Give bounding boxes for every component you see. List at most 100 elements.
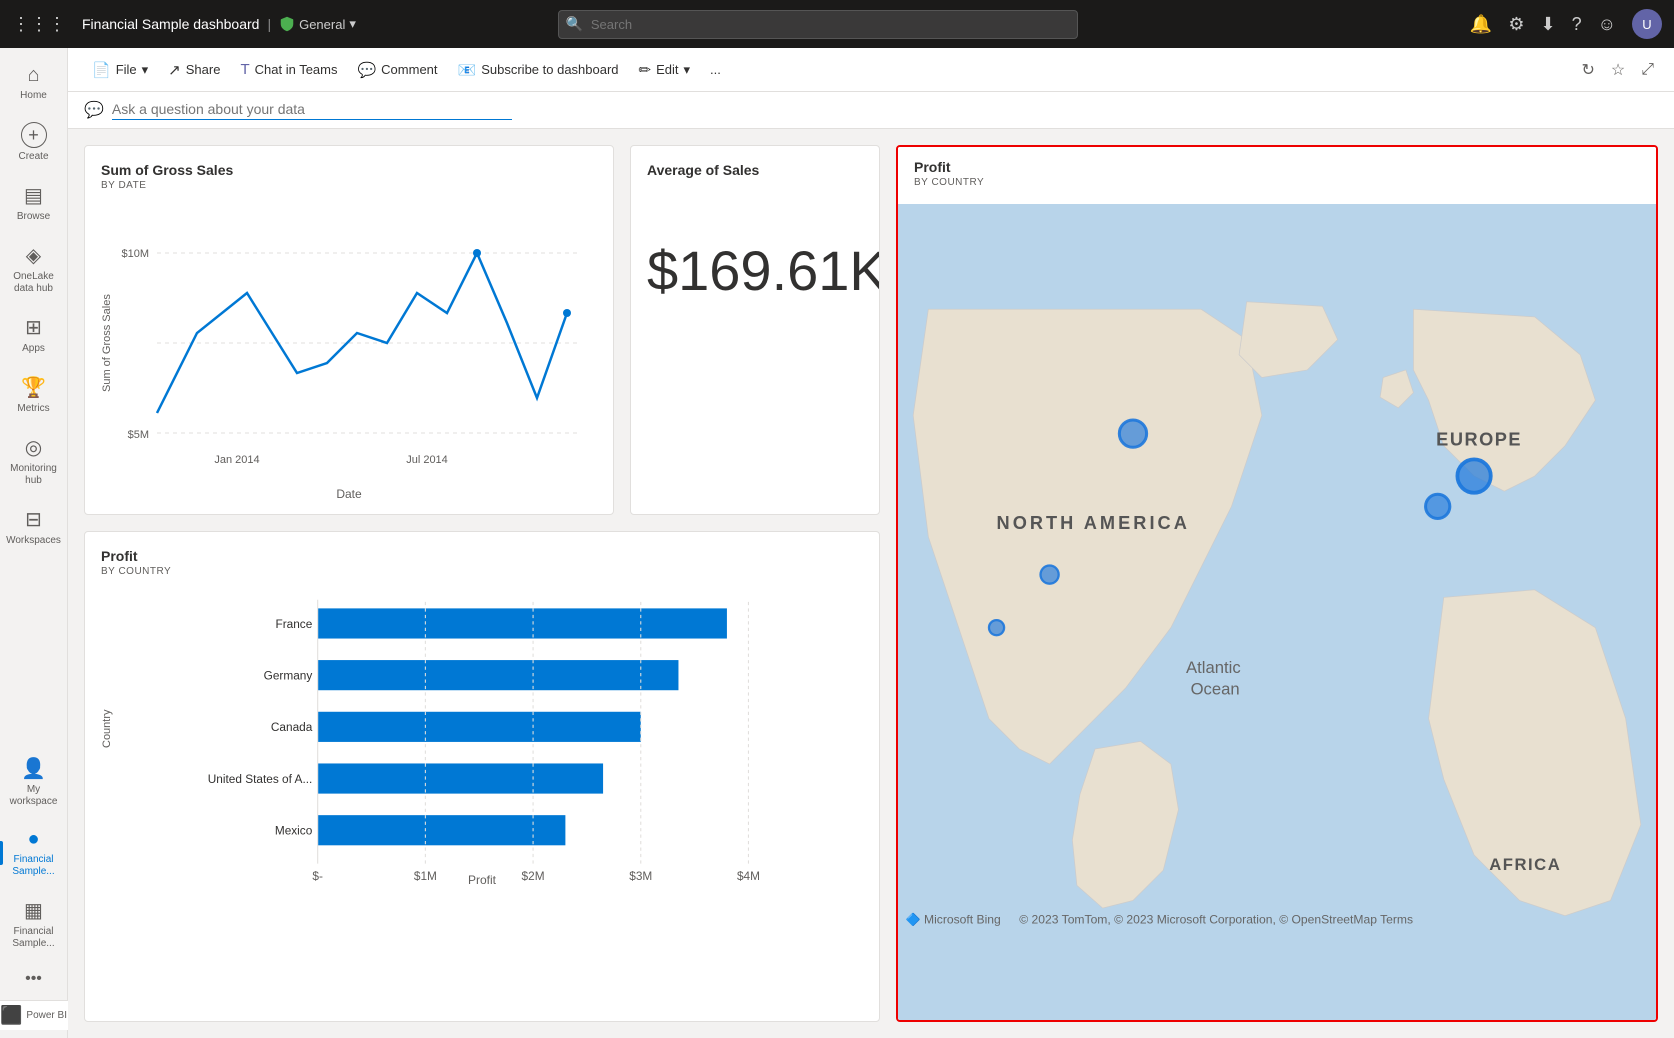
dashboard: Sum of Gross Sales BY DATE Sum of Gross … bbox=[68, 129, 1674, 1038]
sidebar-item-onelake[interactable]: ◈ OneLakedata hub bbox=[0, 235, 67, 303]
sidebar-item-more[interactable]: ••• bbox=[0, 962, 67, 996]
map-svg: NORTH AMERICA Atlantic Ocean EUROPE AFRI… bbox=[898, 204, 1656, 1021]
apps-icon: ⊞ bbox=[25, 315, 42, 340]
sidebar-item-apps[interactable]: ⊞ Apps bbox=[0, 307, 67, 363]
toolbar-right: ↻ ☆ ⤢ bbox=[1577, 56, 1658, 84]
sidebar-item-create[interactable]: + Create bbox=[0, 114, 67, 171]
favorite-icon[interactable]: ☆ bbox=[1607, 56, 1629, 84]
refresh-icon[interactable]: ↻ bbox=[1577, 56, 1598, 84]
avg-sales-value: $169.61K bbox=[647, 238, 863, 303]
chevron-down-icon[interactable]: ▾ bbox=[349, 16, 356, 32]
metrics-icon: 🏆 bbox=[21, 375, 46, 400]
svg-text:NORTH AMERICA: NORTH AMERICA bbox=[997, 513, 1190, 533]
my-workspace-icon: 👤 bbox=[21, 756, 46, 781]
svg-text:Atlantic: Atlantic bbox=[1186, 658, 1241, 677]
subscribe-label: Subscribe to dashboard bbox=[481, 62, 618, 77]
svg-text:$4M: $4M bbox=[737, 869, 760, 883]
edit-icon: ✏ bbox=[639, 61, 652, 79]
fullscreen-icon[interactable]: ⤢ bbox=[1637, 57, 1658, 83]
help-icon[interactable]: ? bbox=[1572, 14, 1582, 35]
map-subtitle: BY COUNTRY bbox=[914, 177, 1640, 188]
topbar: ⋮⋮⋮ Financial Sample dashboard | General… bbox=[0, 0, 1674, 48]
notification-icon[interactable]: 🔔 bbox=[1470, 14, 1492, 35]
file-label: File bbox=[116, 62, 137, 77]
svg-text:🔷 Microsoft Bing: 🔷 Microsoft Bing bbox=[906, 912, 1001, 926]
sidebar-item-label: Monitoringhub bbox=[10, 463, 57, 487]
chevron-down-icon: ▾ bbox=[684, 62, 691, 78]
download-icon[interactable]: ⬇ bbox=[1540, 14, 1555, 35]
sidebar-item-home[interactable]: ⌂ Home bbox=[0, 56, 67, 110]
search-container: 🔍 bbox=[558, 10, 1078, 39]
face-icon[interactable]: ☺ bbox=[1598, 14, 1616, 35]
svg-text:France: France bbox=[275, 617, 312, 631]
onelake-icon: ◈ bbox=[26, 243, 41, 268]
powerbi-label: ⬛ Power BI bbox=[0, 1000, 68, 1030]
sidebar-item-label: OneLakedata hub bbox=[13, 271, 54, 295]
bar-y-axis-label: Country bbox=[101, 589, 113, 869]
share-button[interactable]: ↗ Share bbox=[160, 56, 228, 84]
share-icon: ↗ bbox=[168, 61, 181, 79]
more-options-button[interactable]: ... bbox=[702, 57, 729, 82]
financial-sample-2-icon: ▦ bbox=[24, 898, 43, 923]
y-axis-label: Sum of Gross Sales bbox=[101, 203, 113, 483]
sidebar-item-metrics[interactable]: 🏆 Metrics bbox=[0, 367, 67, 423]
comment-button[interactable]: 💬 Comment bbox=[349, 56, 445, 84]
sidebar-item-label: FinancialSample... bbox=[12, 926, 54, 950]
chevron-down-icon: ▾ bbox=[142, 62, 149, 78]
svg-text:Canada: Canada bbox=[271, 720, 313, 734]
badge-label: General bbox=[299, 17, 345, 32]
map-content: NORTH AMERICA Atlantic Ocean EUROPE AFRI… bbox=[898, 204, 1656, 1021]
avg-sales-title: Average of Sales bbox=[647, 162, 863, 178]
settings-icon[interactable]: ⚙ bbox=[1508, 14, 1524, 35]
sidebar-item-label: Apps bbox=[22, 343, 45, 355]
subscribe-button[interactable]: 📧 Subscribe to dashboard bbox=[450, 56, 627, 84]
svg-text:Mexico: Mexico bbox=[275, 824, 313, 838]
ask-bar: 💬 bbox=[68, 92, 1674, 129]
comment-icon: 💬 bbox=[357, 61, 376, 79]
sidebar-item-financial-sample-2[interactable]: ▦ FinancialSample... bbox=[0, 890, 67, 958]
share-label: Share bbox=[186, 62, 221, 77]
shield-icon bbox=[279, 16, 295, 32]
avatar[interactable]: U bbox=[1632, 9, 1662, 39]
powerbi-icon: ⬛ bbox=[0, 1005, 22, 1026]
sidebar-item-label: Browse bbox=[17, 211, 50, 223]
more-icon: ... bbox=[710, 62, 721, 77]
ask-question-input[interactable] bbox=[112, 101, 512, 120]
sidebar-item-financial-sample-1[interactable]: ● FinancialSample... bbox=[0, 820, 67, 886]
sidebar-item-label: Myworkspace bbox=[10, 784, 58, 808]
sidebar-item-browse[interactable]: ▤ Browse bbox=[0, 175, 67, 231]
file-icon: 📄 bbox=[92, 61, 111, 79]
svg-text:United States of A...: United States of A... bbox=[208, 772, 313, 786]
svg-text:Jan 2014: Jan 2014 bbox=[214, 454, 259, 466]
sidebar-item-label: Home bbox=[20, 90, 47, 102]
svg-text:$10M: $10M bbox=[121, 248, 149, 260]
x-axis-label: Date bbox=[101, 487, 597, 501]
sensitivity-badge[interactable]: General ▾ bbox=[279, 16, 356, 32]
bar-chart-svg: France Germany Canada United States of A… bbox=[117, 589, 863, 869]
map-tile: Profit BY COUNTRY bbox=[896, 145, 1658, 1022]
sidebar-item-label: Metrics bbox=[17, 403, 49, 415]
financial-sample-icon: ● bbox=[27, 828, 39, 851]
chat-label: Chat in Teams bbox=[255, 62, 338, 77]
workspaces-icon: ⊟ bbox=[25, 507, 42, 532]
sidebar-item-label: FinancialSample... bbox=[12, 854, 54, 878]
ask-icon: 💬 bbox=[84, 100, 104, 120]
edit-button[interactable]: ✏ Edit ▾ bbox=[631, 56, 699, 84]
chat-in-teams-button[interactable]: T Chat in Teams bbox=[232, 56, 345, 83]
monitoring-icon: ◎ bbox=[25, 435, 42, 460]
bar-chart-tile: Profit BY COUNTRY Country France Germany… bbox=[84, 531, 880, 1022]
topbar-title: Financial Sample dashboard | General ▾ bbox=[82, 16, 356, 32]
search-input[interactable] bbox=[558, 10, 1078, 39]
file-button[interactable]: 📄 File ▾ bbox=[84, 56, 156, 84]
grid-icon[interactable]: ⋮⋮⋮ bbox=[12, 14, 66, 35]
svg-text:$5M: $5M bbox=[128, 429, 149, 441]
svg-text:$2M: $2M bbox=[522, 869, 545, 883]
sidebar-item-monitoring[interactable]: ◎ Monitoringhub bbox=[0, 427, 67, 495]
line-chart-tile: Sum of Gross Sales BY DATE Sum of Gross … bbox=[84, 145, 614, 515]
sidebar-item-workspaces[interactable]: ⊟ Workspaces bbox=[0, 499, 67, 555]
content-area: 📄 File ▾ ↗ Share T Chat in Teams 💬 Comme… bbox=[68, 48, 1674, 1038]
main-layout: ⌂ Home + Create ▤ Browse ◈ OneLakedata h… bbox=[0, 48, 1674, 1038]
sidebar-item-my-workspace[interactable]: 👤 Myworkspace bbox=[0, 748, 67, 816]
edit-label: Edit bbox=[656, 62, 678, 77]
svg-text:EUROPE: EUROPE bbox=[1436, 430, 1522, 450]
